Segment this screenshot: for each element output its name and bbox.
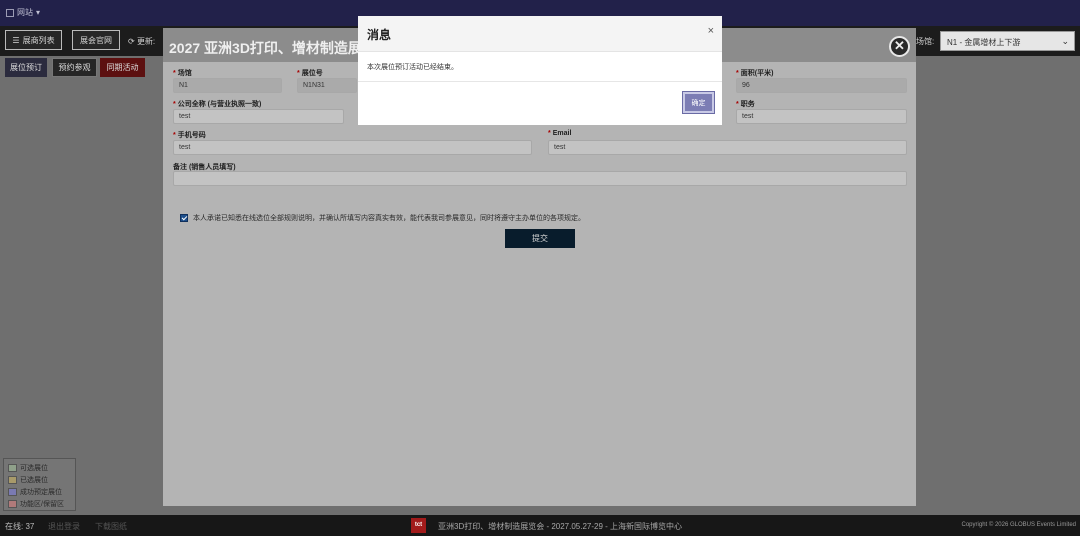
position-label: * 职务 (736, 101, 755, 108)
list-icon: ☰ (12, 35, 20, 45)
email-label: * Email (548, 130, 572, 137)
tct-logo: tct (411, 518, 426, 533)
hall-field: N1 (173, 78, 282, 93)
stand-list-label: 展商列表 (22, 35, 55, 45)
reserve-label: 展位预订 (10, 63, 42, 72)
submit-button[interactable]: 提交 (505, 229, 575, 248)
visit-label: 预约参观 (58, 63, 91, 72)
refresh-status[interactable]: ⟳ 更新: (128, 36, 155, 47)
area-field: 96 (736, 78, 907, 93)
hall-label: * 场馆 (173, 70, 192, 77)
logout-link[interactable]: 退出登录 (48, 521, 80, 532)
grid-icon (6, 8, 14, 17)
stand-no-field: N1N31 (297, 78, 357, 93)
company-field[interactable]: test (173, 109, 344, 124)
agree-text: 本人承诺已知悉在线选位全部规则说明，并确认所填写内容真实有效，能代表我司参展意见… (193, 215, 585, 222)
events-label: 同期活动 (106, 63, 139, 72)
remark-field[interactable] (173, 171, 907, 186)
events-button[interactable]: 同期活动 (100, 58, 145, 77)
site-menu[interactable]: 网站 ▾ (6, 7, 40, 18)
venue-label: 场馆: (916, 37, 935, 46)
stand-form-title: 2027 亚洲3D打印、增材制造展览 (169, 40, 376, 56)
company-label: * 公司全称 (与营业执照一致) (173, 101, 262, 108)
refresh-label: 更新: (136, 37, 156, 46)
stand-no-label: * 展位号 (297, 70, 323, 77)
reserve-button[interactable]: 展位预订 (5, 58, 47, 77)
legend-swatch (8, 500, 17, 508)
phone-label: * 手机号码 (173, 132, 206, 139)
refresh-icon: ⟳ (128, 37, 135, 46)
dialog-title: 消息 (367, 28, 392, 42)
legend-swatch (8, 464, 17, 472)
download-link[interactable]: 下载图纸 (95, 521, 127, 532)
close-icon[interactable]: × (708, 25, 714, 37)
legend-swatch (8, 488, 17, 496)
message-dialog: 消息 × 本次展位预订活动已经结束。 确定 (358, 16, 722, 125)
caret-down-icon: ▾ (36, 8, 41, 17)
event-info: 亚洲3D打印、增材制造展览会 - 2027.05.27-29 - 上海新国际博览… (438, 522, 683, 531)
dialog-header: 消息 × (358, 16, 722, 52)
position-field[interactable]: test (736, 109, 907, 124)
stand-list-button[interactable]: ☰ 展商列表 (5, 30, 62, 50)
agree-checkbox[interactable] (180, 214, 188, 222)
meeting-button[interactable]: 展会官网 (72, 30, 120, 50)
dialog-footer: 确定 (358, 82, 722, 125)
chevron-down-icon: ⌄ (1061, 36, 1069, 46)
agree-row: 本人承诺已知悉在线选位全部规则说明，并确认所填写内容真实有效，能代表我司参展意见… (180, 213, 585, 223)
legend-swatch (8, 476, 17, 484)
email-field[interactable]: test (548, 140, 907, 155)
online-count: 在线: 37 (5, 522, 35, 531)
venue-select-value: N1 - 金属增材上下游 (947, 38, 1021, 47)
close-icon[interactable]: ✕ (889, 36, 910, 57)
copyright: Copyright © 2026 GLOBUS Events Limited (961, 522, 1076, 528)
meeting-label: 展会官网 (80, 35, 112, 45)
ok-button[interactable]: 确定 (682, 91, 715, 114)
site-menu-label: 网站 (17, 8, 33, 17)
legend-item: 可选展位 (8, 462, 71, 474)
legend-item: 功能区/保留区 (8, 498, 71, 510)
phone-field[interactable]: test (173, 140, 532, 155)
legend-item: 成功预定展位 (8, 486, 71, 498)
visit-button[interactable]: 预约参观 (52, 58, 97, 77)
legend: 可选展位 已选展位 成功预定展位 功能区/保留区 (3, 458, 76, 511)
dialog-message: 本次展位预订活动已经结束。 (358, 52, 722, 82)
footer: 在线: 37 退出登录 下载图纸 tct 亚洲3D打印、增材制造展览会 - 20… (0, 515, 1080, 536)
venue-select[interactable]: N1 - 金属增材上下游 ⌄ (940, 31, 1075, 51)
area-label: * 面积(平米) (736, 70, 774, 77)
legend-item: 已选展位 (8, 474, 71, 486)
